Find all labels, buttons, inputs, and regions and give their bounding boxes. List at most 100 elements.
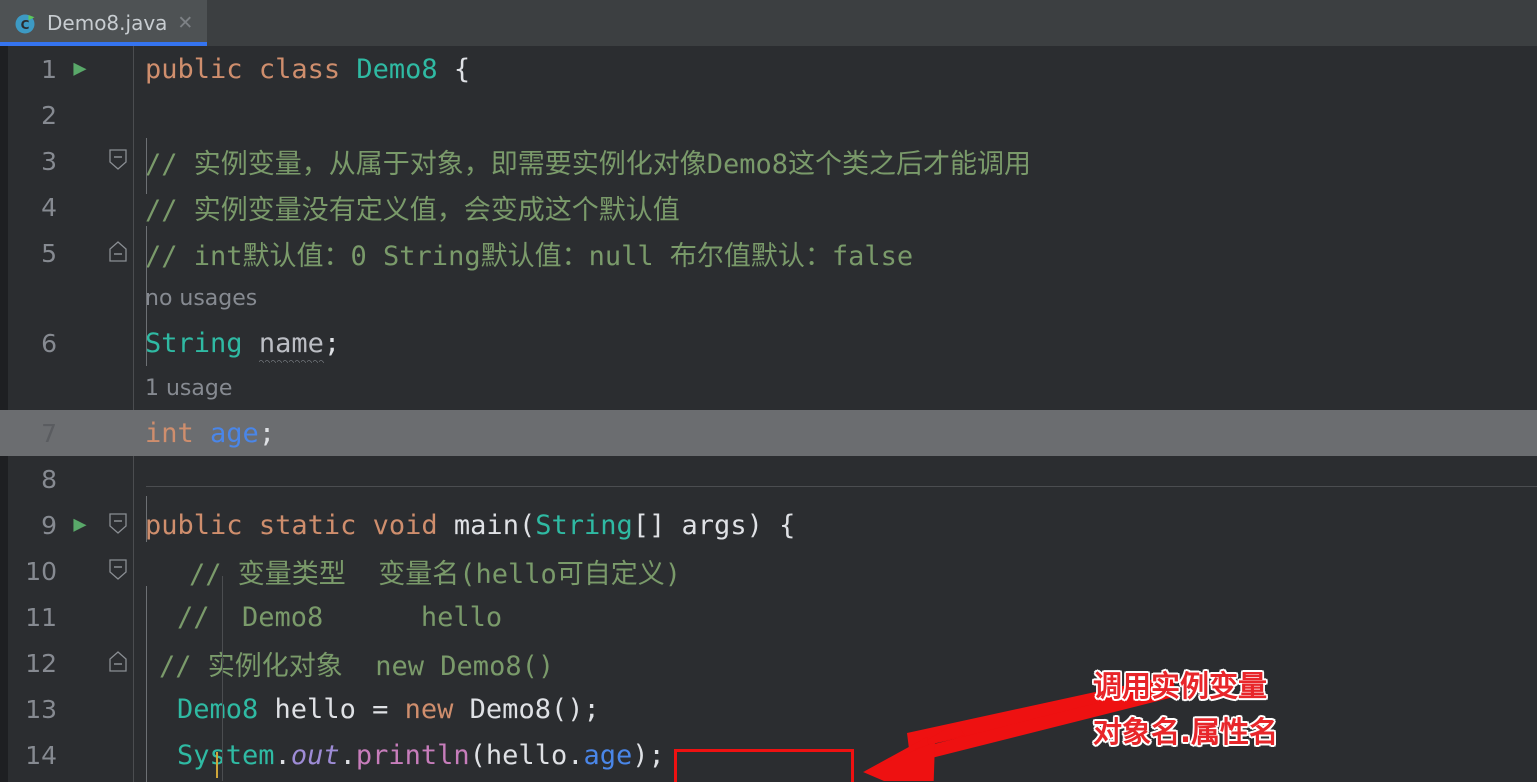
inlay-hint-one-usage[interactable]: 1 usage [133, 376, 1537, 401]
token-keyword-void: void [372, 509, 438, 541]
fold-column[interactable] [103, 456, 133, 502]
line-number: 9 [41, 510, 57, 540]
fold-collapse-icon[interactable] [108, 149, 128, 171]
fold-collapse-end-icon[interactable] [108, 241, 128, 263]
fold-column[interactable] [103, 732, 133, 778]
fold-column [103, 275, 133, 321]
close-icon[interactable]: ✕ [177, 13, 193, 33]
inlay-hint-no-usages[interactable]: no usages [133, 286, 1537, 311]
code-line-9[interactable]: 9 ▶ public static void main(String[] arg… [0, 502, 1537, 548]
fold-guide-class [146, 138, 147, 194]
token-param-args: args [681, 509, 747, 541]
token-semicolon: ; [648, 739, 665, 771]
code-line-4[interactable]: 4 // 实例变量没有定义值，会变成这个默认值 [0, 184, 1537, 230]
token-brace-open: { [779, 509, 796, 541]
token-keyword-int: int [145, 417, 194, 449]
annotation-line-1: 调用实例变量 [1093, 669, 1268, 703]
token-paren-open: ( [518, 509, 536, 541]
line-number: 4 [41, 192, 57, 222]
fold-column[interactable] [103, 138, 133, 184]
run-gutter-icon[interactable]: ▶ [57, 514, 103, 536]
line-number: 10 [25, 556, 57, 586]
token-dot: . [567, 739, 584, 771]
method-separator-top [146, 486, 1537, 487]
fold-column[interactable] [103, 640, 133, 686]
fold-collapse-icon[interactable] [108, 513, 128, 535]
token-dot: . [339, 739, 356, 771]
token-type-system: System [177, 739, 275, 771]
code-line-10[interactable]: 10 // 变量类型 变量名(hello可自定义) [0, 548, 1537, 594]
line-number: 2 [41, 100, 57, 130]
fold-column[interactable] [103, 778, 133, 782]
fold-column[interactable] [103, 548, 133, 594]
tab-label: Demo8.java [47, 11, 168, 35]
fold-column[interactable] [103, 594, 133, 640]
fold-collapse-icon[interactable] [108, 559, 128, 581]
fold-collapse-end-icon[interactable] [108, 651, 128, 673]
fold-column[interactable] [103, 184, 133, 230]
code-editor[interactable]: 1 ▶ public class Demo8 { 2 3 // 实例变量，从属于… [0, 46, 1537, 782]
token-assign: = [372, 693, 389, 725]
code-text: // 实例变量，从属于对象，即需要实例化对像Demo8这个类之后才能调用 [145, 148, 1032, 180]
code-line-13[interactable]: 13 Demo8 hello = new Demo8(); [0, 686, 1537, 732]
code-line-5[interactable]: 5 // int默认值：0 String默认值：null 布尔值默认：false [0, 230, 1537, 276]
code-line-14[interactable]: 14 System.out.println(hello.age); [0, 732, 1537, 778]
code-line-1[interactable]: 1 ▶ public class Demo8 { [0, 46, 1537, 92]
token-method-main: main [453, 509, 519, 541]
svg-text:C: C [21, 18, 30, 32]
code-text: // Demo8 hello [177, 601, 503, 633]
line-number: 5 [41, 238, 57, 268]
fold-guide-main [146, 496, 147, 542]
code-line-3[interactable]: 3 // 实例变量，从属于对象，即需要实例化对像Demo8这个类之后才能调用 [0, 138, 1537, 184]
fold-column[interactable] [103, 230, 133, 276]
token-type-string: String [145, 327, 243, 359]
fold-column[interactable] [103, 502, 133, 548]
caret-marker [216, 752, 218, 778]
code-text: Demo8 hello = new Demo8(); [133, 694, 1537, 725]
fold-column[interactable] [103, 92, 133, 138]
line-number: 6 [41, 328, 57, 358]
code-text: public class Demo8 { [133, 54, 1537, 85]
code-line-11[interactable]: 11 // Demo8 hello [0, 594, 1537, 640]
token-paren-close: ) [632, 739, 649, 771]
token-keyword-class: class [258, 53, 341, 85]
code-text: // 变量类型 变量名(hello可自定义) [189, 558, 682, 590]
fold-column[interactable] [103, 46, 133, 92]
code-line-8[interactable]: 8 [0, 456, 1537, 502]
line-number: 8 [41, 464, 57, 494]
tab-demo8-java[interactable]: C Demo8.java ✕ [0, 0, 207, 46]
line-number: 11 [25, 602, 57, 632]
token-var-hello: hello [274, 693, 356, 725]
token-keyword-public: public [145, 509, 243, 541]
token-keyword-static: static [258, 509, 357, 541]
line-number: 1 [41, 54, 57, 84]
code-text: public static void main(String[] args) { [133, 510, 1537, 541]
code-line-15[interactable]: 15 } [0, 778, 1537, 782]
line-number: 7 [41, 418, 57, 448]
token-field-name: name [258, 327, 324, 359]
line-number: 13 [25, 694, 57, 724]
fold-column[interactable] [103, 686, 133, 732]
token-keyword-new: new [404, 693, 454, 725]
inlay-hint-no-usages-row: no usages [0, 276, 1537, 320]
line-number: 14 [25, 740, 57, 770]
token-method-println: println [355, 739, 470, 771]
code-text: // 实例化对象 new Demo8() [159, 650, 555, 682]
token-paren-close: ) [746, 509, 763, 541]
token-ctor-tail: (); [550, 693, 600, 725]
code-line-7-selected[interactable]: 7 int age; [0, 410, 1537, 456]
token-type-demo8: Demo8 [356, 53, 438, 85]
fold-column[interactable] [103, 410, 133, 456]
token-semicolon: ; [323, 327, 341, 359]
token-brackets: [] [632, 509, 666, 541]
run-gutter-icon[interactable]: ▶ [57, 58, 103, 80]
token-var-hello: hello [485, 739, 568, 771]
code-line-12[interactable]: 12 // 实例化对象 new Demo8() [0, 640, 1537, 686]
code-line-6[interactable]: 6 String name; [0, 320, 1537, 366]
code-text: String name; [133, 328, 1537, 359]
indent-guide-main-body [222, 576, 223, 781]
fold-column[interactable] [103, 320, 133, 366]
code-text: // 实例变量没有定义值，会变成这个默认值 [145, 194, 680, 226]
token-type-demo8: Demo8 [177, 693, 259, 725]
code-line-2[interactable]: 2 [0, 92, 1537, 138]
